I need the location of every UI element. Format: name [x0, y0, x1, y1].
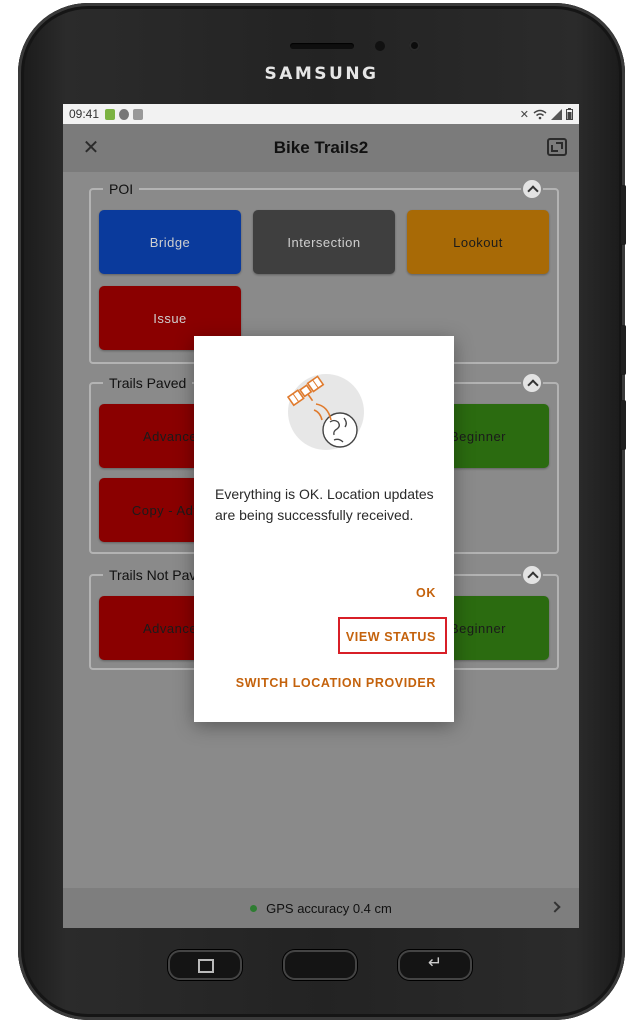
- collapse-icon[interactable]: [521, 564, 543, 586]
- front-camera: [409, 40, 420, 51]
- gps-status-dot: [250, 904, 258, 912]
- switch-location-provider-button[interactable]: SWITCH LOCATION PROVIDER: [236, 676, 436, 690]
- group-title: Trails Not Pav: [103, 566, 203, 584]
- back-button[interactable]: [398, 950, 472, 980]
- fullscreen-icon[interactable]: [547, 138, 567, 156]
- sensor: [375, 41, 385, 51]
- app-header: ✕ Bike Trails2: [63, 124, 579, 172]
- signal-icon: [551, 108, 562, 120]
- volume-button: [621, 185, 626, 245]
- page-title: Bike Trails2: [273, 138, 369, 157]
- close-icon[interactable]: ✕: [79, 136, 103, 160]
- gps-accuracy-text: GPS accuracy 0.4 cm: [266, 900, 392, 916]
- screen: 09:41 ✕ ✕ Bike Trails2 POI Bridge Inters…: [63, 104, 579, 928]
- tile-bridge[interactable]: Bridge: [99, 210, 241, 274]
- brand-logo: SAMSUNG: [264, 64, 379, 84]
- location-status-dialog: Everything is OK. Location updates are b…: [194, 336, 454, 722]
- sync-icon: [119, 108, 130, 120]
- status-bar: 09:41 ✕: [63, 104, 579, 124]
- recent-apps-button[interactable]: [168, 950, 242, 980]
- tile-lookout[interactable]: Lookout: [407, 210, 549, 274]
- group-title: POI: [103, 180, 140, 198]
- group-title: Trails Paved: [103, 374, 193, 392]
- collapse-icon[interactable]: [521, 178, 543, 200]
- battery-icon: [566, 108, 573, 120]
- ok-button[interactable]: OK: [416, 586, 436, 600]
- storage-icon: [133, 108, 144, 120]
- dialog-message: Everything is OK. Location updates are b…: [215, 486, 434, 523]
- status-right-icons: ✕: [520, 108, 573, 121]
- highlight-box: [338, 617, 447, 654]
- tile-intersection[interactable]: Intersection: [253, 210, 395, 274]
- app-notification-icon: [105, 108, 116, 120]
- side-key: [621, 400, 626, 450]
- satellite-globe-icon: [286, 374, 364, 450]
- wifi-icon: [533, 109, 547, 119]
- mute-icon: ✕: [519, 108, 529, 121]
- collapse-icon[interactable]: [521, 372, 543, 394]
- status-time: 09:41: [69, 107, 100, 121]
- home-button[interactable]: [283, 950, 357, 980]
- earpiece-speaker: [290, 43, 354, 49]
- power-button: [621, 325, 626, 375]
- gps-status-bar[interactable]: GPS accuracy 0.4 cm: [63, 888, 579, 928]
- chevron-right-icon: [549, 901, 561, 913]
